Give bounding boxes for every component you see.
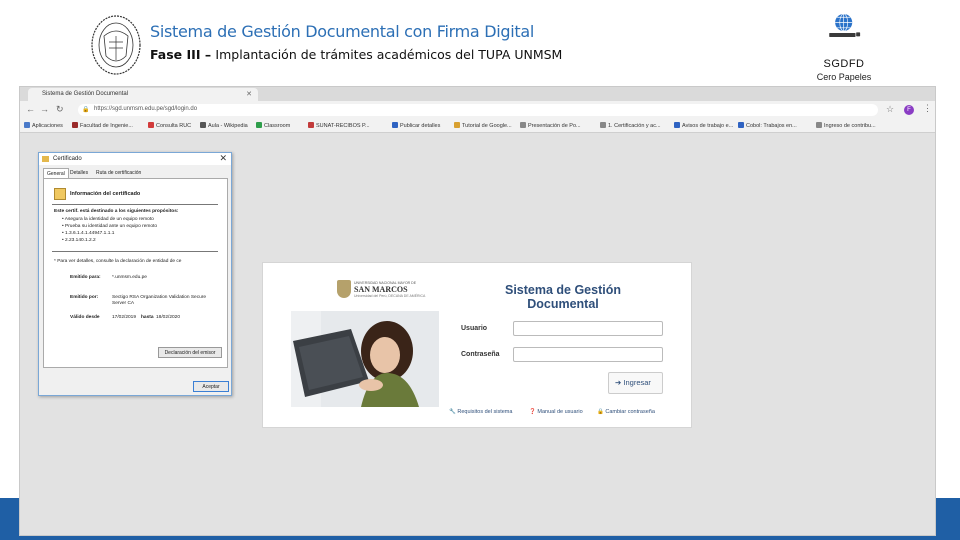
valid-from-value: 17/02/2019	[112, 315, 137, 320]
valid-from-label: Válido desde	[70, 315, 100, 320]
wrench-icon: 🔧	[449, 409, 456, 415]
purpose-item: • Asegura la identidad de un equipo remo…	[62, 217, 154, 222]
bookmark-item[interactable]: SUNAT-RECIBOS P...	[308, 122, 370, 129]
login-button[interactable]: ➔ Ingresar	[608, 372, 663, 394]
bookmark-item[interactable]: Cobol: Trabajos en...	[738, 122, 797, 129]
bookmark-item[interactable]: Aplicaciones	[24, 122, 63, 129]
issued-to-value: *.unmsm.edu.pe	[112, 275, 147, 280]
reload-icon[interactable]: ↻	[56, 104, 64, 115]
bookmark-favicon-icon	[454, 122, 460, 128]
unmsm-motto: Universidad del Perú, DECANA DE AMÉRICA	[354, 294, 426, 298]
issued-to-label: Emitido para:	[70, 275, 101, 280]
url-text: https://sgd.unmsm.edu.pe/sgd/login.do	[94, 106, 198, 112]
tab-strip: Sistema de Gestión Documental ✕	[20, 87, 935, 101]
globe-logo-icon	[829, 13, 861, 37]
lock-icon: 🔒	[82, 107, 90, 113]
certificate-dialog: Certificado ✕ General Detalles Ruta de c…	[38, 152, 232, 396]
user-input[interactable]	[513, 321, 663, 336]
lock-icon: 🔒	[597, 409, 604, 415]
unmsm-shield-icon	[337, 280, 351, 298]
purpose-item: • 2.23.140.1.2.2	[62, 238, 96, 243]
bookmark-item[interactable]: Ingreso de contribu...	[816, 122, 876, 129]
back-icon[interactable]: ←	[26, 104, 35, 114]
unmsm-name: SAN MARCOS	[354, 285, 408, 294]
bookmark-item[interactable]: Consulta RUC	[148, 122, 191, 129]
slide-title: Sistema de Gestión Documental con Firma …	[150, 22, 535, 41]
login-title: Sistema de Gestión Documental	[504, 283, 621, 311]
bookmark-favicon-icon	[308, 122, 314, 128]
purpose-item: • Prueba su identidad ante un equipo rem…	[62, 224, 158, 229]
bookmark-item[interactable]: Facultad de Ingenie...	[72, 122, 133, 129]
valid-to-label: hasta	[141, 315, 154, 320]
help-icon: ❓	[529, 409, 536, 415]
user-label: Usuario	[461, 325, 488, 332]
browser-tab[interactable]: Sistema de Gestión Documental ✕	[28, 88, 258, 101]
user-manual-link[interactable]: ❓ Manual de usuario	[529, 409, 583, 415]
unmsm-logo: UNIVERSIDAD NACIONAL MAYOR DE SAN MARCOS…	[337, 279, 427, 301]
issued-by-value: Sectigo RSA Organization Validation Secu…	[112, 295, 207, 306]
menu-icon[interactable]: ⋮	[923, 103, 932, 114]
bookmark-favicon-icon	[148, 122, 154, 128]
bookmark-item[interactable]: Tutorial de Google...	[454, 122, 512, 129]
issued-by-label: Emitido por:	[70, 295, 99, 300]
close-icon[interactable]: ✕	[246, 90, 252, 98]
change-password-link[interactable]: 🔒 Cambiar contraseña	[597, 409, 655, 415]
bookmark-item[interactable]: Classroom	[256, 122, 290, 129]
certificate-icon	[42, 156, 49, 162]
bookmark-favicon-icon	[392, 122, 398, 128]
password-input[interactable]	[513, 347, 663, 362]
address-bar[interactable]: 🔒 https://sgd.unmsm.edu.pe/sgd/login.do	[78, 104, 878, 116]
sgdfd-tagline: Cero Papeles	[816, 72, 872, 82]
divider	[52, 204, 218, 205]
certificate-titlebar: Certificado ✕	[39, 153, 231, 165]
sign-in-icon: ➔	[615, 378, 622, 387]
bookmark-favicon-icon	[600, 122, 606, 128]
bookmark-favicon-icon	[256, 122, 262, 128]
certificate-note: * Para ver detalles, consulte la declara…	[54, 259, 182, 264]
login-card: UNIVERSIDAD NACIONAL MAYOR DE SAN MARCOS…	[262, 262, 692, 428]
bookmarks-bar: Aplicaciones Facultad de Ingenie... Consul…	[20, 119, 935, 133]
bookmark-favicon-icon	[738, 122, 744, 128]
woman-laptop-photo	[291, 311, 439, 407]
declaration-button[interactable]: Declaración del emisor	[158, 347, 222, 358]
forward-icon[interactable]: →	[40, 104, 49, 114]
password-label: Contraseña	[461, 351, 500, 358]
profile-avatar[interactable]: F	[904, 105, 914, 115]
bookmark-item[interactable]: Presentación de Po...	[520, 122, 581, 129]
bookmark-favicon-icon	[200, 122, 206, 128]
university-seal-icon	[91, 15, 141, 75]
tab-ruta-certificacion[interactable]: Ruta de certificación	[93, 168, 144, 178]
sgdfd-logo-name: SGDFD	[823, 58, 865, 70]
system-requirements-link[interactable]: 🔧 Requisitos del sistema	[449, 409, 512, 415]
certificate-badge-icon	[54, 188, 66, 200]
browser-toolbar: ← → ↻ 🔒 https://sgd.unmsm.edu.pe/sgd/log…	[20, 101, 935, 119]
bookmark-favicon-icon	[24, 122, 30, 128]
tab-detalles[interactable]: Detalles	[67, 168, 91, 178]
bookmark-item[interactable]: Avisos de trabajo e...	[674, 122, 733, 129]
accept-button[interactable]: Aceptar	[193, 381, 229, 392]
bookmark-item[interactable]: Aula - Wikipedia	[200, 122, 248, 129]
divider	[52, 251, 218, 252]
certificate-info-title: Información del certificado	[70, 191, 141, 197]
bookmark-star-icon[interactable]: ☆	[886, 104, 894, 115]
bookmark-item[interactable]: Publicar detalles	[392, 122, 440, 129]
valid-to-value: 18/02/2020	[156, 315, 181, 320]
purpose-heading: Este certif. está destinado a los siguie…	[54, 209, 179, 214]
certificate-panel: Información del certificado Este certif.…	[43, 178, 228, 368]
bookmark-item[interactable]: 1. Certificación y ac...	[600, 122, 661, 129]
close-icon[interactable]: ✕	[219, 153, 227, 164]
bookmark-favicon-icon	[816, 122, 822, 128]
bookmark-favicon-icon	[72, 122, 78, 128]
bookmark-favicon-icon	[674, 122, 680, 128]
bookmark-favicon-icon	[520, 122, 526, 128]
purpose-item: • 1.3.6.1.4.1.44947.1.1.1	[62, 231, 115, 236]
slide-subtitle: Fase III – Implantación de trámites acad…	[150, 47, 563, 62]
